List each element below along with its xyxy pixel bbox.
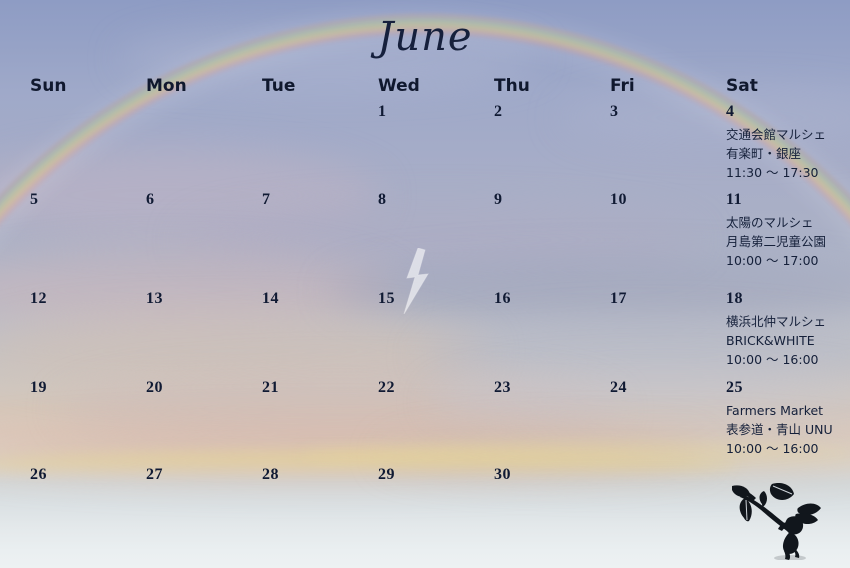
day-number: 21 [262, 379, 279, 396]
day-cell-10[interactable]: 10 [610, 191, 732, 209]
event-place: 表参道・青山 UNU [726, 421, 833, 437]
day-number: 25 [726, 379, 743, 396]
day-number: 24 [610, 379, 627, 396]
day-cell-8[interactable]: 8 [378, 191, 500, 209]
day-event-sat-11[interactable]: 太陽のマルシェ 月島第二児童公園 10:00 ～ 17:00 [726, 213, 848, 271]
day-number: 18 [726, 290, 743, 307]
day-number: 7 [262, 191, 271, 208]
weekday-header-tue: Tue [262, 76, 296, 96]
calendar-poster: June Sun Mon Tue Wed Thu Fri Sat 1 2 3 4 交通会… [0, 0, 850, 568]
day-event-sat-18[interactable]: 横浜北仲マルシェ BRICK&WHITE 10:00 ～ 16:00 [726, 312, 848, 370]
day-cell-27[interactable]: 27 [146, 466, 268, 484]
event-time: 10:00 ～ 16:00 [726, 352, 819, 368]
day-cell-16[interactable]: 16 [494, 290, 616, 308]
day-cell-4[interactable]: 4 交通会館マルシェ 有楽町・銀座 11:30 ～ 17:30 [726, 103, 848, 183]
day-cell-7[interactable]: 7 [262, 191, 384, 209]
day-cell-15[interactable]: 15 [378, 290, 500, 308]
day-cell-5[interactable]: 5 [30, 191, 152, 209]
day-number: 5 [30, 191, 39, 208]
day-cell-21[interactable]: 21 [262, 379, 384, 397]
day-event-sat-25[interactable]: Farmers Market 表参道・青山 UNU 10:00 ～ 16:00 [726, 401, 848, 459]
day-number: 6 [146, 191, 155, 208]
day-cell-25[interactable]: 25 Farmers Market 表参道・青山 UNU 10:00 ～ 16:00 [726, 379, 848, 459]
page-title: June [377, 14, 473, 60]
day-number: 19 [30, 379, 47, 396]
day-number: 9 [494, 191, 503, 208]
day-cell-30[interactable]: 30 [494, 466, 616, 484]
day-number: 16 [494, 290, 511, 307]
event-time: 10:00 ～ 16:00 [726, 441, 819, 457]
day-number: 3 [610, 103, 619, 120]
day-number: 1 [378, 103, 387, 120]
day-number: 30 [494, 466, 511, 483]
weekday-header-wed: Wed [378, 76, 420, 96]
day-number: 26 [30, 466, 47, 483]
day-cell-26[interactable]: 26 [30, 466, 152, 484]
event-name: 交通会館マルシェ [726, 126, 827, 142]
day-number: 2 [494, 103, 503, 120]
event-place: 月島第二児童公園 [726, 233, 827, 249]
day-cell-18[interactable]: 18 横浜北仲マルシェ BRICK&WHITE 10:00 ～ 16:00 [726, 290, 848, 370]
day-cell-22[interactable]: 22 [378, 379, 500, 397]
weekday-header-mon: Mon [146, 76, 187, 96]
calendar-grid: June Sun Mon Tue Wed Thu Fri Sat 1 2 3 4 交通会… [0, 0, 850, 568]
day-cell-20[interactable]: 20 [146, 379, 268, 397]
day-cell-1[interactable]: 1 [378, 103, 500, 121]
day-cell-29[interactable]: 29 [378, 466, 500, 484]
day-cell-17[interactable]: 17 [610, 290, 732, 308]
day-number: 13 [146, 290, 163, 307]
day-cell-28[interactable]: 28 [262, 466, 384, 484]
day-number: 20 [146, 379, 163, 396]
day-number: 23 [494, 379, 511, 396]
weekday-header-sun: Sun [30, 76, 67, 96]
day-cell-13[interactable]: 13 [146, 290, 268, 308]
day-cell-14[interactable]: 14 [262, 290, 384, 308]
day-number: 29 [378, 466, 395, 483]
day-event-sat-4[interactable]: 交通会館マルシェ 有楽町・銀座 11:30 ～ 17:30 [726, 125, 848, 183]
day-number: 12 [30, 290, 47, 307]
weekday-header-sat: Sat [726, 76, 758, 96]
day-cell-24[interactable]: 24 [610, 379, 732, 397]
event-place: 有楽町・銀座 [726, 145, 802, 161]
day-cell-23[interactable]: 23 [494, 379, 616, 397]
day-cell-9[interactable]: 9 [494, 191, 616, 209]
day-cell-2[interactable]: 2 [494, 103, 616, 121]
day-number: 15 [378, 290, 395, 307]
day-number: 22 [378, 379, 395, 396]
weekday-header-fri: Fri [610, 76, 635, 96]
day-number: 14 [262, 290, 279, 307]
day-number: 17 [610, 290, 627, 307]
day-number: 11 [726, 191, 743, 208]
day-number: 27 [146, 466, 163, 483]
event-time: 11:30 ～ 17:30 [726, 165, 819, 181]
rabbit-on-branch-logo [732, 483, 821, 560]
event-name: 横浜北仲マルシェ [726, 313, 827, 329]
day-number: 4 [726, 103, 735, 120]
event-name: 太陽のマルシェ [726, 214, 814, 230]
event-time: 10:00 ～ 17:00 [726, 253, 819, 269]
weekday-header-thu: Thu [494, 76, 530, 96]
day-number: 10 [610, 191, 627, 208]
day-cell-12[interactable]: 12 [30, 290, 152, 308]
event-place: BRICK&WHITE [726, 332, 815, 348]
day-number: 8 [378, 191, 387, 208]
day-cell-6[interactable]: 6 [146, 191, 268, 209]
day-cell-11[interactable]: 11 太陽のマルシェ 月島第二児童公園 10:00 ～ 17:00 [726, 191, 848, 271]
day-cell-19[interactable]: 19 [30, 379, 152, 397]
day-number: 28 [262, 466, 279, 483]
event-name: Farmers Market [726, 402, 824, 418]
day-cell-3[interactable]: 3 [610, 103, 732, 121]
